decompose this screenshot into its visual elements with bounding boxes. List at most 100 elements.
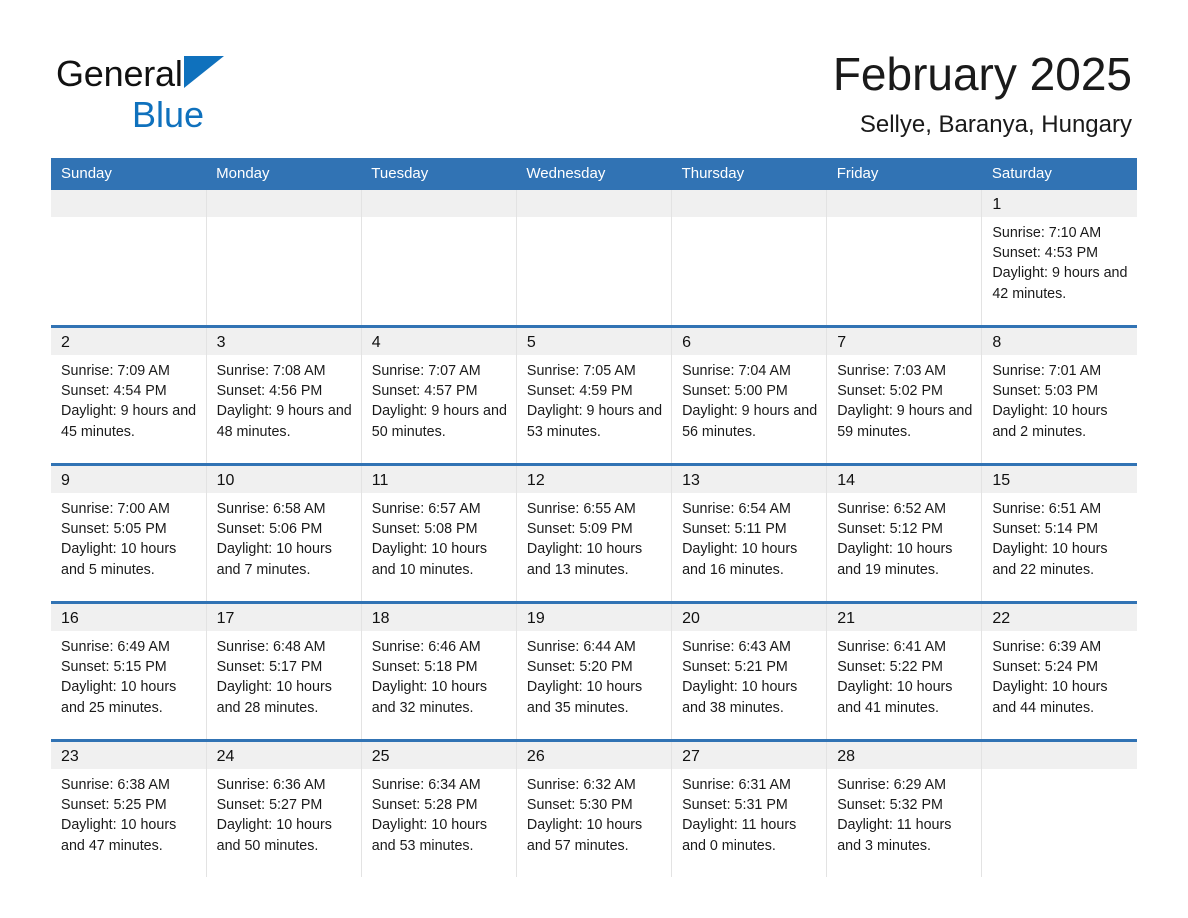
sunrise-text: Sunrise: 6:34 AM [371, 777, 481, 793]
sunset-text: Sunset: 5:22 PM [837, 659, 943, 676]
daylight-text: Daylight: 9 hours and 56 minutes. [682, 403, 818, 440]
calendar-day-cell[interactable]: 6 Sunrise: 7:04 AM Sunset: 5:00 PM Daylight… [671, 325, 828, 465]
day-number: 1 [982, 190, 1137, 217]
calendar-day-cell[interactable]: 11 Sunrise: 6:57 AM Sunset: 5:08 PM Dayligh… [361, 463, 517, 603]
sunrise-text: Sunrise: 6:51 AM [992, 501, 1102, 517]
sunrise-text: Sunrise: 6:52 AM [837, 501, 947, 517]
weekday-header-sunday: Sunday [51, 158, 207, 190]
calendar-day-cell[interactable]: 3 Sunrise: 7:08 AM Sunset: 4:56 PM Daylight… [206, 325, 362, 465]
day-details: Sunrise: 6:58 AM Sunset: 5:06 PM Daylight:… [207, 493, 361, 580]
daylight-text: Daylight: 10 hours and 10 minutes. [371, 541, 488, 578]
calendar-day-cell[interactable]: 10 Sunrise: 6:58 AM Sunset: 5:06 PM Dayligh… [206, 463, 362, 603]
day-number [361, 190, 516, 217]
calendar-day-cell[interactable]: 19 Sunrise: 6:44 AM Sunset: 5:20 PM Dayligh… [516, 601, 673, 741]
weekday-header-wednesday: Wednesday [516, 158, 672, 190]
sunrise-text: Sunrise: 6:57 AM [371, 501, 481, 517]
calendar-day-cell[interactable]: 20 Sunrise: 6:43 AM Sunset: 5:21 PM Dayligh… [671, 601, 828, 741]
sunrise-text: Sunrise: 7:05 AM [526, 363, 636, 379]
calendar-week-row: 1 Sunrise: 7:10 AM Sunset: 4:53 PM Daylight… [51, 190, 1137, 327]
weekday-header-thursday: Thursday [671, 158, 827, 190]
calendar-day-cell[interactable]: 14 Sunrise: 6:52 AM Sunset: 5:12 PM Dayligh… [826, 463, 983, 603]
sunset-text: Sunset: 4:56 PM [216, 383, 323, 400]
calendar-day-cell[interactable]: 1 Sunrise: 7:10 AM Sunset: 4:53 PM Daylight… [981, 190, 1137, 327]
day-number: 12 [516, 466, 672, 493]
sunrise-text: Sunrise: 6:48 AM [216, 639, 326, 655]
calendar-week-row: 23 Sunrise: 6:38 AM Sunset: 5:25 PM Dayligh… [51, 739, 1137, 877]
day-number: 16 [51, 604, 206, 631]
calendar-day-cell[interactable]: 25 Sunrise: 6:34 AM Sunset: 5:28 PM Dayligh… [361, 739, 517, 877]
calendar-day-cell[interactable]: 12 Sunrise: 6:55 AM Sunset: 5:09 PM Dayligh… [516, 463, 673, 603]
sunrise-text: Sunrise: 6:31 AM [682, 777, 791, 793]
weekday-header-tuesday: Tuesday [361, 158, 517, 190]
daylight-text: Daylight: 10 hours and 35 minutes. [526, 679, 643, 716]
sunrise-text: Sunrise: 6:41 AM [837, 639, 947, 655]
sunset-text: Sunset: 5:18 PM [371, 659, 478, 676]
calendar-day-cell[interactable]: 17 Sunrise: 6:48 AM Sunset: 5:17 PM Dayligh… [206, 601, 362, 741]
sunset-text: Sunset: 5:05 PM [61, 521, 167, 538]
day-details: Sunrise: 7:07 AM Sunset: 4:57 PM Daylight:… [362, 355, 516, 442]
day-details: Sunrise: 6:43 AM Sunset: 5:21 PM Daylight:… [672, 631, 826, 718]
calendar-day-cell[interactable]: 5 Sunrise: 7:05 AM Sunset: 4:59 PM Daylight… [516, 325, 673, 465]
calendar-page: General Blue February 2025 Sellye, Baran… [0, 0, 1188, 918]
sunset-text: Sunset: 4:57 PM [371, 383, 478, 400]
calendar-day-cell[interactable]: 22 Sunrise: 6:39 AM Sunset: 5:24 PM Dayligh… [981, 601, 1137, 741]
sunset-text: Sunset: 5:30 PM [526, 797, 633, 814]
sunrise-text: Sunrise: 6:46 AM [371, 639, 481, 655]
sunset-text: Sunset: 5:06 PM [216, 521, 323, 538]
sunrise-text: Sunrise: 6:44 AM [526, 639, 636, 655]
calendar-day-cell-empty [826, 190, 983, 327]
calendar-day-cell[interactable]: 16 Sunrise: 6:49 AM Sunset: 5:15 PM Dayligh… [51, 601, 207, 741]
day-details: Sunrise: 7:10 AM Sunset: 4:53 PM Daylight:… [982, 217, 1137, 304]
sunset-text: Sunset: 5:17 PM [216, 659, 323, 676]
calendar-day-cell[interactable]: 18 Sunrise: 6:46 AM Sunset: 5:18 PM Dayligh… [361, 601, 517, 741]
day-details: Sunrise: 6:31 AM Sunset: 5:31 PM Daylight:… [672, 769, 826, 856]
calendar-day-cell[interactable]: 26 Sunrise: 6:32 AM Sunset: 5:30 PM Dayligh… [516, 739, 673, 877]
calendar-week-row: 2 Sunrise: 7:09 AM Sunset: 4:54 PM Daylight… [51, 325, 1137, 465]
calendar-day-cell[interactable]: 28 Sunrise: 6:29 AM Sunset: 5:32 PM Dayligh… [826, 739, 983, 877]
daylight-text: Daylight: 10 hours and 7 minutes. [216, 541, 332, 578]
weekday-header-saturday: Saturday [981, 158, 1137, 190]
calendar-day-cell-empty [981, 739, 1137, 877]
day-details: Sunrise: 6:41 AM Sunset: 5:22 PM Daylight:… [827, 631, 981, 718]
daylight-text: Daylight: 9 hours and 59 minutes. [837, 403, 973, 440]
calendar-day-cell[interactable]: 15 Sunrise: 6:51 AM Sunset: 5:14 PM Dayligh… [981, 463, 1137, 603]
sunset-text: Sunset: 5:11 PM [682, 521, 787, 538]
day-number: 20 [672, 604, 827, 631]
day-number: 22 [982, 604, 1137, 631]
calendar-day-cell[interactable]: 27 Sunrise: 6:31 AM Sunset: 5:31 PM Dayligh… [671, 739, 828, 877]
calendar-day-cell[interactable]: 8 Sunrise: 7:01 AM Sunset: 5:03 PM Daylight… [981, 325, 1137, 465]
calendar-day-cell[interactable]: 23 Sunrise: 6:38 AM Sunset: 5:25 PM Dayligh… [51, 739, 207, 877]
sunset-text: Sunset: 5:00 PM [682, 383, 788, 400]
calendar-day-cell[interactable]: 2 Sunrise: 7:09 AM Sunset: 4:54 PM Daylight… [51, 325, 207, 465]
calendar-day-cell[interactable]: 9 Sunrise: 7:00 AM Sunset: 5:05 PM Daylight… [51, 463, 207, 603]
sunrise-text: Sunrise: 7:09 AM [61, 363, 170, 379]
daylight-text: Daylight: 9 hours and 42 minutes. [992, 265, 1128, 302]
calendar-day-cell[interactable]: 24 Sunrise: 6:36 AM Sunset: 5:27 PM Dayligh… [206, 739, 362, 877]
day-details: Sunrise: 6:46 AM Sunset: 5:18 PM Daylight:… [362, 631, 516, 718]
day-number: 7 [827, 328, 982, 355]
day-number: 14 [827, 466, 982, 493]
sunrise-text: Sunrise: 6:43 AM [682, 639, 791, 655]
sunset-text: Sunset: 5:21 PM [682, 659, 788, 676]
sunset-text: Sunset: 5:03 PM [992, 383, 1099, 400]
sunset-text: Sunset: 5:12 PM [837, 521, 943, 538]
calendar-day-cell[interactable]: 21 Sunrise: 6:41 AM Sunset: 5:22 PM Dayligh… [826, 601, 983, 741]
calendar-day-cell[interactable]: 13 Sunrise: 6:54 AM Sunset: 5:11 PM Dayligh… [671, 463, 828, 603]
sunset-text: Sunset: 5:15 PM [61, 659, 167, 676]
calendar-day-cell[interactable]: 4 Sunrise: 7:07 AM Sunset: 4:57 PM Daylight… [361, 325, 517, 465]
calendar-day-cell[interactable]: 7 Sunrise: 7:03 AM Sunset: 5:02 PM Daylight… [826, 325, 983, 465]
daylight-text: Daylight: 9 hours and 48 minutes. [216, 403, 352, 440]
day-details: Sunrise: 6:32 AM Sunset: 5:30 PM Daylight:… [517, 769, 671, 856]
sunrise-text: Sunrise: 6:32 AM [526, 777, 636, 793]
daylight-text: Daylight: 10 hours and 32 minutes. [371, 679, 488, 716]
sunset-text: Sunset: 5:09 PM [526, 521, 633, 538]
calendar-day-cell-empty [51, 190, 207, 327]
day-number: 26 [516, 742, 672, 769]
daylight-text: Daylight: 11 hours and 0 minutes. [682, 817, 797, 854]
daylight-text: Daylight: 9 hours and 50 minutes. [371, 403, 507, 440]
day-details: Sunrise: 6:36 AM Sunset: 5:27 PM Daylight:… [207, 769, 361, 856]
sunset-text: Sunset: 5:25 PM [61, 797, 167, 814]
day-number [51, 190, 206, 217]
day-number: 24 [206, 742, 361, 769]
sunset-text: Sunset: 4:54 PM [61, 383, 167, 400]
